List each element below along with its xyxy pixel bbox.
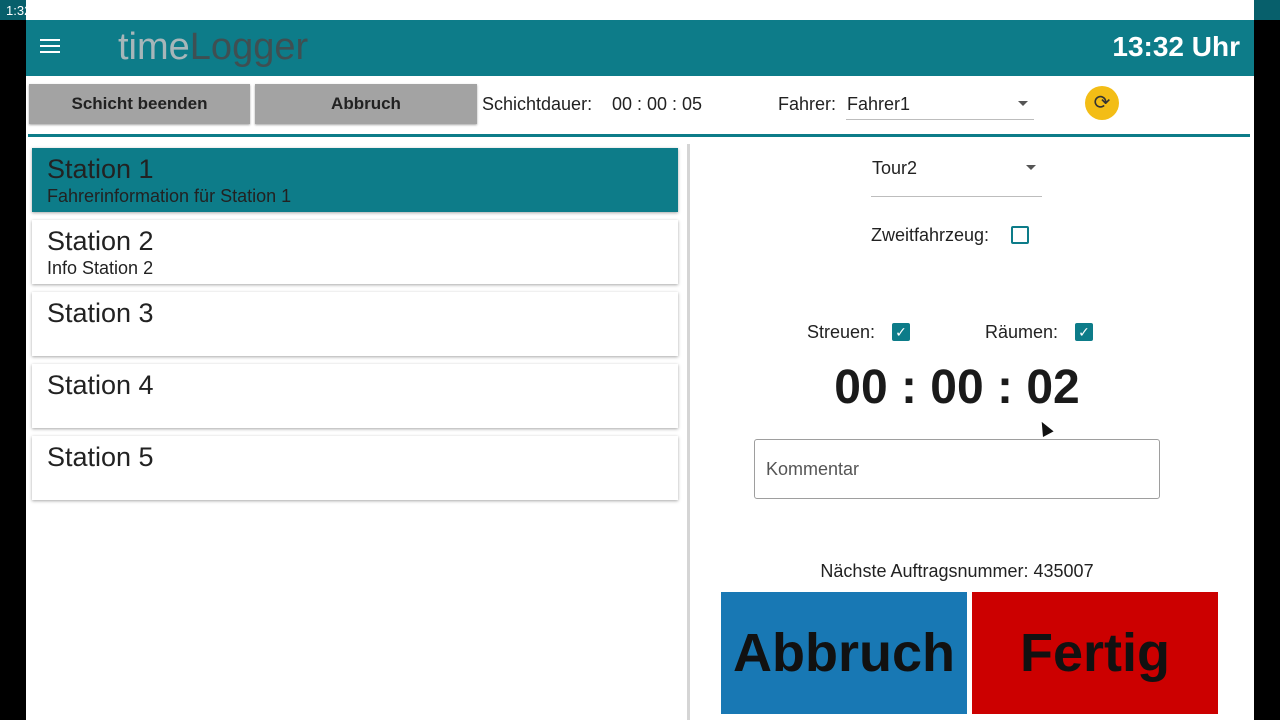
driver-value: Fahrer1 [847, 94, 911, 114]
spread-checkbox[interactable]: ✓ [892, 323, 910, 341]
station-info: Info Station 2 [47, 258, 154, 278]
tour-value: Tour2 [872, 158, 918, 178]
spread-label: Streuen: [807, 322, 876, 342]
abort-shift-button[interactable]: Abbruch [255, 84, 477, 124]
check-icon: ✓ [895, 324, 907, 340]
station-name: Station 1 [47, 154, 154, 184]
station-item-5[interactable]: Station 5 [32, 436, 678, 500]
hamburger-menu-icon[interactable] [40, 39, 60, 55]
clear-checkbox[interactable]: ✓ [1075, 323, 1093, 341]
clock: 13:32 Uhr [1112, 31, 1240, 62]
station-name: Station 3 [47, 298, 154, 328]
driver-label: Fahrer: [778, 94, 837, 114]
shift-duration-label: Schichtdauer: [482, 94, 593, 114]
station-item-2[interactable]: Station 2 Info Station 2 [32, 220, 678, 284]
check-icon: ✓ [1078, 324, 1090, 340]
sync-icon[interactable]: ⟳ [1085, 86, 1119, 120]
tour-underline [871, 196, 1042, 197]
second-vehicle-checkbox[interactable] [1011, 226, 1029, 244]
abort-station-button[interactable]: Abbruch [721, 592, 967, 714]
station-item-4[interactable]: Station 4 [32, 364, 678, 428]
caret-down-icon [1026, 165, 1036, 170]
caret-down-icon [1018, 101, 1028, 106]
second-vehicle-label: Zweitfahrzeug: [871, 225, 990, 245]
app-title: timeLogger [118, 26, 308, 69]
station-name: Station 5 [47, 442, 154, 472]
app-title-light: time [118, 26, 190, 68]
station-info: Fahrerinformation für Station 1 [47, 186, 292, 206]
tour-dropdown[interactable]: Tour2 [871, 150, 1043, 198]
station-name: Station 4 [47, 370, 154, 400]
driver-dropdown[interactable]: Fahrer1 [846, 84, 1036, 120]
clear-label: Räumen: [985, 322, 1059, 342]
toolbar-divider [28, 134, 1250, 137]
shift-duration-value: 00 : 00 : 05 [612, 94, 703, 114]
station-timer: 00 : 00 : 02 [834, 361, 1080, 414]
station-list: Station 1 Fahrerinformation für Station … [32, 148, 678, 508]
app-bar: timeLogger 13:32 Uhr [26, 20, 1254, 76]
done-station-button[interactable]: Fertig [972, 592, 1218, 714]
app-title-dark: Logger [189, 26, 309, 68]
station-item-3[interactable]: Station 3 [32, 292, 678, 356]
app-window: timeLogger 13:32 Uhr Schicht beenden Abb… [26, 0, 1254, 720]
station-item-1[interactable]: Station 1 Fahrerinformation für Station … [32, 148, 678, 212]
next-order-number: Nächste Auftragsnummer: 435007 [820, 561, 1094, 581]
station-name: Station 2 [47, 226, 154, 256]
end-shift-button[interactable]: Schicht beenden [29, 84, 250, 124]
comment-input[interactable] [754, 439, 1160, 499]
shift-toolbar: Schicht beenden Abbruch Schichtdauer: 00… [26, 76, 1254, 136]
mouse-cursor-icon [1036, 419, 1054, 437]
pane-divider [687, 144, 690, 720]
driver-underline [846, 119, 1034, 120]
